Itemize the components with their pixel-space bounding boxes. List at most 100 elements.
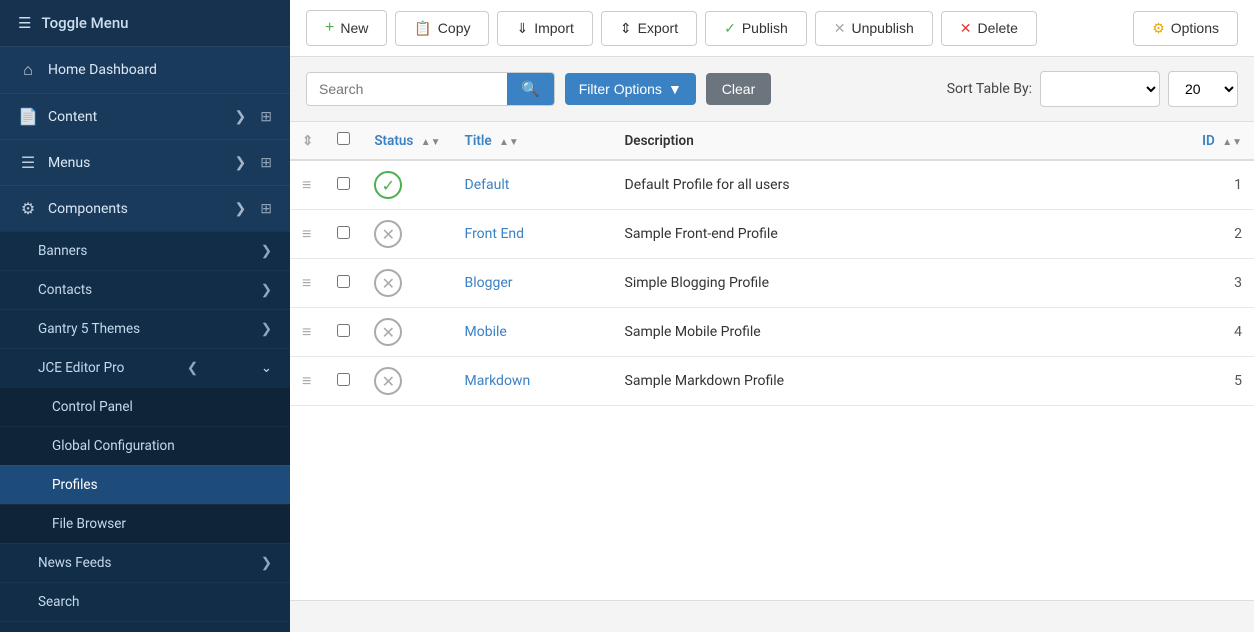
search-input[interactable] <box>307 73 507 105</box>
publish-label: Publish <box>742 20 788 36</box>
sidebar-item-label: Profiles <box>52 477 98 493</box>
checkbox-cell[interactable] <box>325 308 362 357</box>
sidebar-item-label: Global Configuration <box>52 438 175 454</box>
col-id-header[interactable]: ID ▲▼ <box>1190 122 1254 160</box>
publish-button[interactable]: ✓ Publish <box>705 11 807 46</box>
chevron-down-icon: ▼ <box>668 81 682 97</box>
sort-controls: Sort Table By: 20 <box>947 71 1238 107</box>
sidebar-item-label: Control Panel <box>52 399 133 415</box>
sidebar-item-file-browser[interactable]: File Browser <box>0 504 290 543</box>
new-button[interactable]: + New <box>306 10 387 46</box>
sidebar-item-content[interactable]: 📄 Content ❯ ⊞ <box>0 93 290 139</box>
drag-handle-icon[interactable]: ≡ <box>302 273 311 292</box>
status-unpublished-icon[interactable]: ✕ <box>374 269 402 297</box>
drag-handle-icon[interactable]: ≡ <box>302 224 311 243</box>
sidebar-item-components[interactable]: ⚙ Components ❯ ⊞ <box>0 185 290 231</box>
title-cell: Default <box>453 160 613 210</box>
filter-options-button[interactable]: Filter Options ▼ <box>565 73 696 105</box>
table-body: ≡ ✓ Default Default Profile for all user… <box>290 160 1254 406</box>
sidebar-item-banners[interactable]: Banners ❯ <box>0 231 290 270</box>
checkbox-cell[interactable] <box>325 357 362 406</box>
status-cell: ✕ <box>362 259 452 308</box>
drag-handle-cell[interactable]: ≡ <box>290 357 325 406</box>
delete-button[interactable]: ✕ Delete <box>941 11 1037 46</box>
import-label: Import <box>534 20 574 36</box>
id-cell: 1 <box>1190 160 1254 210</box>
unpublish-label: Unpublish <box>852 20 914 36</box>
unpublish-button[interactable]: ✕ Unpublish <box>815 11 933 46</box>
chevron-right-icon: ❯ <box>261 555 272 571</box>
drag-handle-cell[interactable]: ≡ <box>290 210 325 259</box>
profiles-table: ⇕ Status ▲▼ Title ▲▼ Description <box>290 122 1254 406</box>
plus-icon: + <box>325 19 334 37</box>
copy-label: Copy <box>438 20 471 36</box>
checkbox-cell[interactable] <box>325 259 362 308</box>
id-cell: 3 <box>1190 259 1254 308</box>
per-page-select[interactable]: 20 <box>1168 71 1238 107</box>
title-link[interactable]: Default <box>465 177 510 193</box>
drag-handle-cell[interactable]: ≡ <box>290 308 325 357</box>
col-status-header[interactable]: Status ▲▼ <box>362 122 452 160</box>
toggle-menu-button[interactable]: ☰ Toggle Menu <box>0 0 290 46</box>
row-checkbox[interactable] <box>337 177 350 190</box>
drag-handle-icon[interactable]: ≡ <box>302 322 311 341</box>
title-link[interactable]: Front End <box>465 226 525 242</box>
export-button[interactable]: ⇕ Export <box>601 11 697 46</box>
options-button[interactable]: ⚙ Options <box>1133 11 1238 46</box>
drag-handle-cell[interactable]: ≡ <box>290 259 325 308</box>
sidebar-item-smart-search[interactable]: Smart Search ❯ <box>0 621 290 632</box>
row-checkbox[interactable] <box>337 373 350 386</box>
status-unpublished-icon[interactable]: ✕ <box>374 220 402 248</box>
components-submenu: Banners ❯ Contacts ❯ Gantry 5 Themes ❯ J… <box>0 231 290 632</box>
status-published-icon[interactable]: ✓ <box>374 171 402 199</box>
import-button[interactable]: ⇓ Import <box>497 11 592 46</box>
search-button[interactable]: 🔍 <box>507 73 554 105</box>
checkbox-cell[interactable] <box>325 210 362 259</box>
title-link[interactable]: Mobile <box>465 324 507 340</box>
row-checkbox[interactable] <box>337 275 350 288</box>
drag-handle-cell[interactable]: ≡ <box>290 160 325 210</box>
sidebar-item-home-dashboard[interactable]: ⌂ Home Dashboard <box>0 46 290 93</box>
sidebar-item-label: JCE Editor Pro <box>38 360 124 376</box>
drag-handle-icon[interactable]: ≡ <box>302 175 311 194</box>
copy-button[interactable]: 📋 Copy <box>395 11 489 46</box>
title-link[interactable]: Markdown <box>465 373 531 389</box>
sidebar-item-contacts[interactable]: Contacts ❯ <box>0 270 290 309</box>
sidebar-item-search[interactable]: Search <box>0 582 290 621</box>
title-link[interactable]: Blogger <box>465 275 513 291</box>
unpublish-icon: ✕ <box>834 20 846 37</box>
select-all-checkbox[interactable] <box>337 132 350 145</box>
col-check-header[interactable] <box>325 122 362 160</box>
title-cell: Blogger <box>453 259 613 308</box>
sort-arrows-id: ▲▼ <box>1222 137 1242 148</box>
row-checkbox[interactable] <box>337 226 350 239</box>
chevron-right-icon: ❯ <box>235 201 247 217</box>
filter-row: 🔍 Filter Options ▼ Clear Sort Table By: … <box>290 57 1254 122</box>
sidebar-item-menus[interactable]: ☰ Menus ❯ ⊞ <box>0 139 290 185</box>
sidebar-item-label: Home Dashboard <box>48 62 157 78</box>
sidebar-item-global-config[interactable]: Global Configuration <box>0 426 290 465</box>
status-cell: ✕ <box>362 308 452 357</box>
sidebar-item-control-panel[interactable]: Control Panel <box>0 387 290 426</box>
status-unpublished-icon[interactable]: ✕ <box>374 318 402 346</box>
drag-handle-icon[interactable]: ≡ <box>302 371 311 390</box>
chevron-right-icon: ❯ <box>261 243 272 259</box>
title-cell: Front End <box>453 210 613 259</box>
row-checkbox[interactable] <box>337 324 350 337</box>
sidebar: ☰ Toggle Menu ⌂ Home Dashboard 📄 Content… <box>0 0 290 632</box>
chevron-expanded-icon: ⌄ <box>261 360 272 376</box>
col-title-header[interactable]: Title ▲▼ <box>453 122 613 160</box>
sort-select[interactable] <box>1040 71 1160 107</box>
description-cell: Default Profile for all users <box>613 160 1191 210</box>
sidebar-item-label: Components <box>48 201 128 217</box>
sidebar-item-gantry5[interactable]: Gantry 5 Themes ❯ <box>0 309 290 348</box>
clear-button[interactable]: Clear <box>706 73 771 105</box>
search-icon: 🔍 <box>521 81 540 98</box>
checkbox-cell[interactable] <box>325 160 362 210</box>
publish-icon: ✓ <box>724 20 736 37</box>
sidebar-item-jce-editor[interactable]: JCE Editor Pro ❮ ⌄ <box>0 348 290 387</box>
table-row: ≡ ✕ Front End Sample Front-end Profile 2 <box>290 210 1254 259</box>
status-unpublished-icon[interactable]: ✕ <box>374 367 402 395</box>
sidebar-item-profiles[interactable]: Profiles <box>0 465 290 504</box>
sidebar-item-news-feeds[interactable]: News Feeds ❯ <box>0 543 290 582</box>
